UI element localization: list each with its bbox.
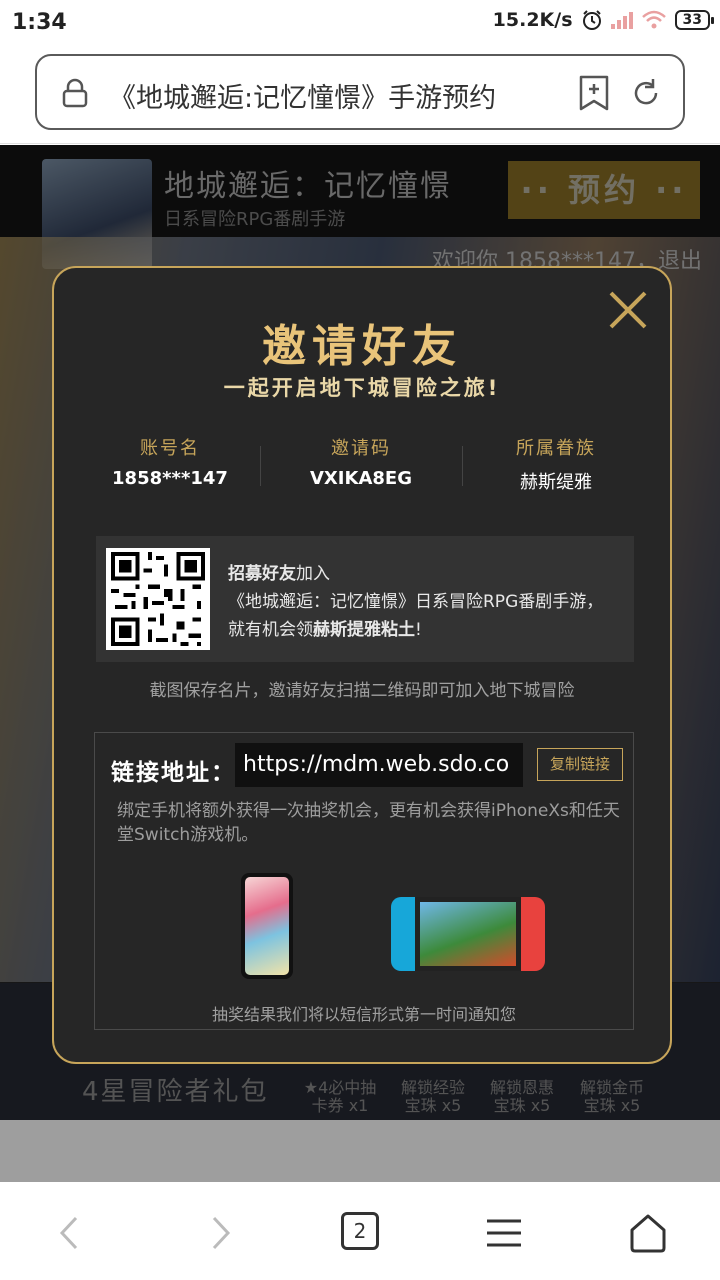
link-card: 链接地址： https://mdm.web.sdo.co 复制链接 绑定手机将额… [94, 732, 634, 1030]
forward-icon[interactable] [194, 1208, 244, 1258]
link-label: 链接地址： [111, 760, 236, 786]
back-icon[interactable] [46, 1208, 96, 1258]
wifi-icon [641, 10, 666, 29]
bind-phone-text: 绑定手机将额外获得一次抽奖机会，更有机会获得iPhoneXs和任天堂Switch… [117, 801, 620, 845]
signal-icon [610, 11, 633, 29]
familia-label: 所属眷族 [516, 438, 596, 459]
address-bar[interactable]: 《地城邂逅:记忆憧憬》手游预约 [35, 54, 685, 130]
tabs-button[interactable]: 2 [341, 1212, 379, 1250]
familia-value: 赫斯缇雅 [520, 472, 592, 493]
invite-code-value: VXIKA8EG [310, 468, 412, 489]
home-icon[interactable] [623, 1208, 673, 1258]
link-field[interactable]: https://mdm.web.sdo.co [235, 743, 523, 787]
qr-code [106, 548, 210, 650]
menu-icon[interactable] [479, 1208, 529, 1258]
copy-link-button[interactable]: 复制链接 [537, 748, 623, 781]
page-bottom-area [0, 1120, 720, 1182]
invite-code-info: 邀请码 VXIKA8EG [261, 434, 461, 489]
invite-code-label: 邀请码 [331, 438, 391, 459]
qr-description: 招募好友加入 《地城邂逅：记忆憧憬》日系冒险RPG番剧手游， 就有机会领赫斯提雅… [228, 564, 604, 640]
status-bar: 1:34 15.2K/s 33 [0, 0, 720, 46]
net-speed: 15.2K/s [492, 9, 573, 31]
account-value: 1858***147 [112, 468, 228, 489]
account-label: 账号名 [140, 438, 200, 459]
status-icons: 15.2K/s 33 [492, 9, 715, 31]
iphone-image [241, 873, 293, 979]
add-bookmark-icon[interactable] [577, 74, 611, 112]
modal-title: 邀请好友 [262, 321, 462, 372]
alarm-icon [582, 10, 601, 30]
url-text[interactable]: 《地城邂逅:记忆憧憬》手游预约 [109, 76, 569, 115]
lottery-notice: 抽奖结果我们将以短信形式第一时间通知您 [211, 1005, 516, 1024]
reload-icon[interactable] [629, 76, 663, 110]
battery-icon: 33 [674, 10, 715, 30]
clock: 1:34 [12, 10, 67, 35]
familia-info: 所属眷族 赫斯缇雅 [456, 434, 656, 494]
invite-modal: 邀请好友 一起开启地下城冒险之旅! 账号名 1858***147 邀请码 VXI… [52, 266, 672, 1064]
modal-subtitle: 一起开启地下城冒险之旅! [223, 376, 501, 400]
browser-nav-bar: 2 [0, 1182, 720, 1280]
lock-icon [62, 78, 88, 108]
web-content: 地城邂逅：记忆憧憬 日系冒险RPG番剧手游 ·· 预约 ·· 欢迎你 1858*… [0, 145, 720, 1120]
screenshot-hint: 截图保存名片，邀请好友扫描二维码即可加入地下城冒险 [149, 681, 575, 701]
qr-card: 招募好友加入 《地城邂逅：记忆憧憬》日系冒险RPG番剧手游， 就有机会领赫斯提雅… [96, 536, 634, 662]
switch-image [391, 897, 545, 971]
browser-toolbar: 《地城邂逅:记忆憧憬》手游预约 [0, 46, 720, 144]
account-info: 账号名 1858***147 [70, 434, 270, 489]
